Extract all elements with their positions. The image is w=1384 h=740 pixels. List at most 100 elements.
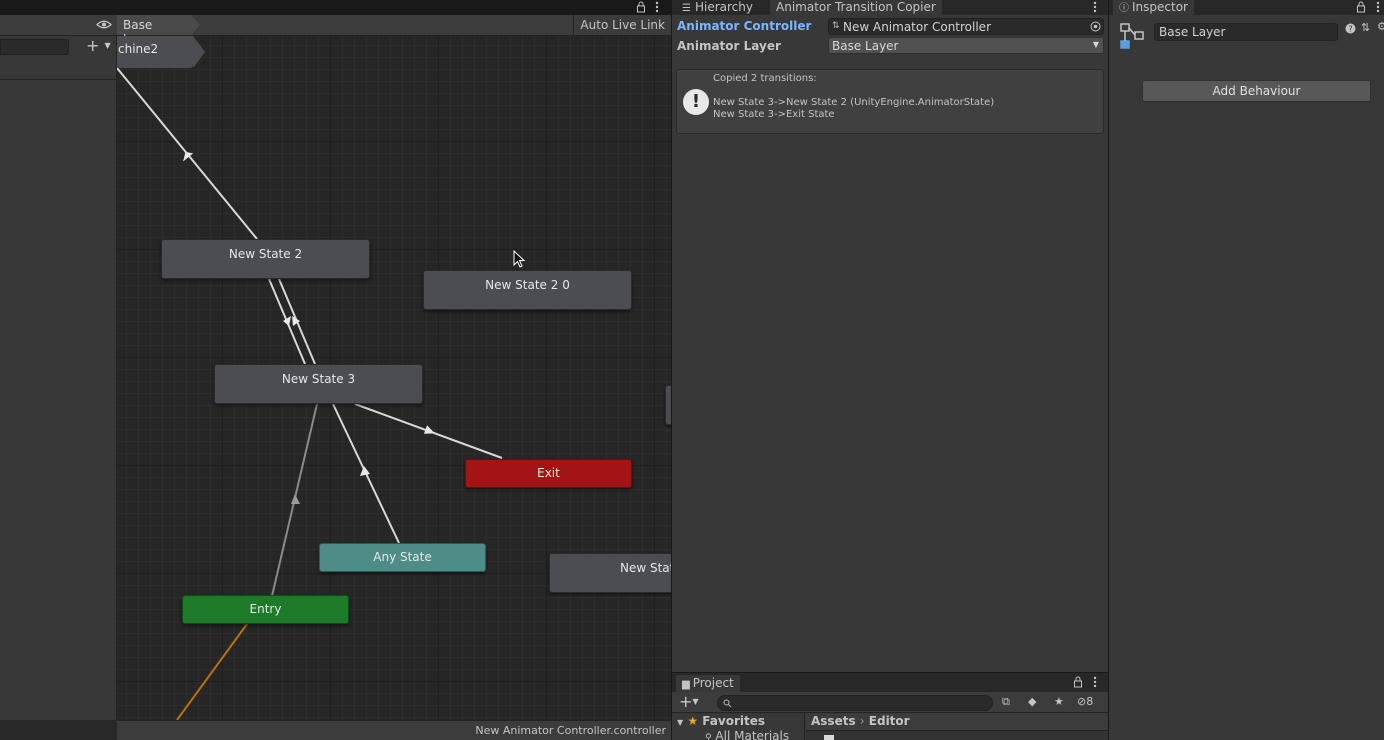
label-tag-icon[interactable]: ◆ [1028,695,1036,708]
presets-icon[interactable]: ⇅ [1361,21,1370,34]
dropdown-arrow-icon: ▼ [692,697,699,706]
folder-icon: ▆ [682,679,690,690]
breadcrumb-arrow [191,15,200,35]
add-parameter-button[interactable]: + ▼ [86,37,112,57]
info-help-box: ! Copied 2 transitions: New State 3->New… [676,69,1104,134]
hidden-packages-button[interactable]: ⊘8 [1077,695,1093,708]
lock-icon[interactable] [636,1,646,13]
state-label: New State 2 [228,247,303,261]
state-label: New State 2 0 [485,278,570,292]
animator-controller-field[interactable]: ⇅ New Animator Controller [828,18,1104,35]
kebab-menu-icon[interactable] [1092,1,1098,13]
auto-live-link-label: Auto Live Link [580,18,665,32]
add-behaviour-button[interactable]: Add Behaviour [1142,80,1371,102]
help-icon[interactable]: ? [1345,23,1356,34]
favorites-label: Favorites [702,714,766,728]
state-label: Exit [537,466,560,480]
state-node-new-state-3[interactable]: New State 3 [214,364,423,404]
controller-value: New Animator Controller [843,20,992,34]
lock-icon[interactable] [1356,1,1366,13]
chevron-right-icon: › [859,714,865,728]
project-toolbar: +▼ ⧉ ◆ ★ ⊘8 [672,692,1109,713]
state-node-new-state-2[interactable]: New State 2 [161,239,370,279]
tab-inspector[interactable]: ⓘ Inspector [1113,0,1194,15]
object-picker-icon[interactable] [1090,21,1101,32]
kebab-menu-icon[interactable] [1092,676,1098,688]
expand-arrow-icon: ▼ [677,718,684,727]
dropdown-arrow-icon: ▼ [1092,40,1099,49]
search-by-type-icon[interactable]: ⧉ [1002,695,1010,709]
star-icon: ★ [687,714,699,728]
layer-breadcrumb[interactable]: Base Layer [117,15,191,46]
state-machine-graph[interactable]: chine2 New State 2 New State 2 0 New Sta… [117,36,671,720]
message-line: New State 3->Exit State [713,109,835,120]
animator-toolbar: Base Layer Auto Live Link [0,15,671,46]
animator-title-bar [0,0,671,15]
controller-asset-icon: ⇅ [832,21,840,31]
state-machine-icon [1120,23,1144,49]
state-label: Any State [373,550,432,564]
search-icon [723,699,732,708]
controller-file-name: New Animator Controller.controller [475,724,666,737]
state-label: New State 3 [281,372,356,386]
project-search-input[interactable] [717,695,993,711]
add-behaviour-label: Add Behaviour [1212,84,1301,98]
animator-layer-label: Animator Layer [677,39,781,53]
inspector-tab-bar: ⓘ Inspector [1109,0,1384,15]
tab-label: Project [692,676,734,690]
warning-icon: ! [683,89,709,115]
kebab-menu-icon[interactable] [654,1,660,13]
animator-window: Base Layer Auto Live Link + ▼ [0,0,671,740]
animator-status-bar: New Animator Controller.controller [117,720,671,740]
dropdown-arrow-icon: ▼ [104,41,111,50]
auto-live-link-button[interactable]: Auto Live Link [573,15,671,35]
favorite-star-icon[interactable]: ★ [1054,695,1064,708]
tab-project[interactable]: ▆ Project [676,675,740,692]
project-files-panel: Assets › Editor [806,713,1109,740]
tab-animator-transition-copier[interactable]: Animator Transition Copier [770,0,942,15]
parameters-panel: + ▼ [0,36,117,720]
eye-hidden-icon: ⊘ [1077,695,1087,708]
kebab-menu-icon[interactable] [1375,1,1381,13]
all-materials-label: All Materials [715,729,790,740]
sub-state-machine-point [193,36,205,68]
svg-text:?: ? [1348,25,1352,34]
layer-value: Base Layer [832,39,899,53]
create-button[interactable]: +▼ [679,692,699,715]
breadcrumb-editor[interactable]: Editor [869,714,910,728]
settings-gear-icon[interactable]: ⚙ [1377,20,1384,33]
script-file-icon[interactable] [824,735,834,740]
tab-label: Inspector [1132,0,1188,14]
state-node-entry[interactable]: Entry [182,595,349,624]
mouse-cursor-icon [513,250,525,268]
state-label: New Stat [620,561,671,575]
state-node-partial[interactable]: New Stat [549,553,671,593]
inspector-window: ⓘ Inspector Base Layer ? ⇅ ⚙ Add Behaviou… [1108,0,1384,740]
state-node-new-state-2-0[interactable]: New State 2 0 [423,270,632,310]
transition-copier-window: ☰ Hierarchy Animator Transition Copier An… [671,0,1109,672]
state-node-exit[interactable]: Exit [465,459,632,488]
animator-controller-label: Animator Controller [677,19,812,33]
tab-hierarchy[interactable]: ☰ Hierarchy [676,0,759,15]
eye-icon[interactable] [96,19,112,30]
tab-label: Hierarchy [694,0,753,14]
animator-layer-dropdown[interactable]: Base Layer ▼ [828,37,1104,54]
sub-state-machine-label: chine2 [118,42,159,56]
hidden-count: 8 [1086,695,1094,708]
layer-name-field[interactable]: Base Layer [1154,23,1338,41]
parameter-search-input[interactable] [0,39,69,55]
breadcrumb-assets[interactable]: Assets [811,714,856,728]
layer-name-value: Base Layer [1159,25,1226,39]
all-materials-item[interactable]: ⚲ All Materials [705,729,789,740]
state-node-any-state[interactable]: Any State [319,543,486,572]
message-line: New State 3->New State 2 (UnityEngine.An… [713,97,995,108]
copier-tab-bar: ☰ Hierarchy Animator Transition Copier [672,0,1109,15]
lock-icon[interactable] [1073,676,1083,688]
favorites-item[interactable]: ▼ ★ Favorites [677,714,765,728]
state-label: Entry [249,602,282,616]
project-breadcrumb: Assets › Editor [806,713,1109,731]
sub-state-machine-node[interactable]: chine2 [117,36,193,68]
search-icon: ⚲ [705,733,712,740]
plus-icon: + [86,36,100,55]
message-title: Copied 2 transitions: [713,73,817,84]
